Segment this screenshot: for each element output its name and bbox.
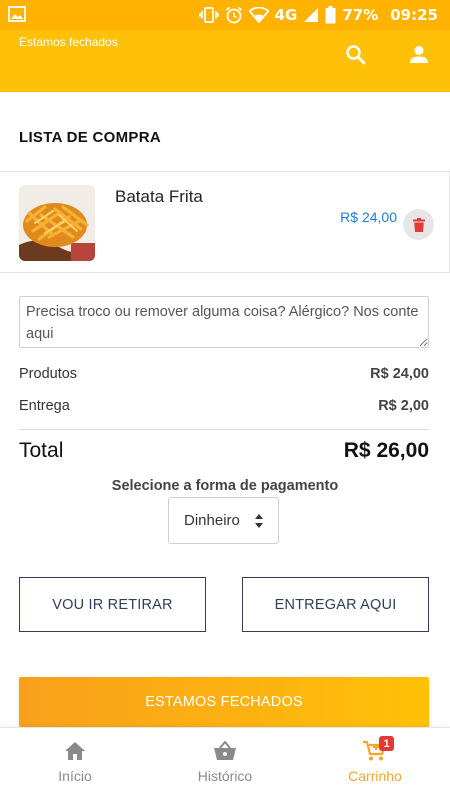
- alarm-icon: [225, 6, 242, 24]
- delivery-value: R$ 2,00: [378, 398, 429, 414]
- products-row: Produtos R$ 24,00: [19, 366, 429, 382]
- deliver-here-button[interactable]: ENTREGAR AQUI: [242, 577, 429, 632]
- battery-icon: [325, 6, 336, 24]
- item-name: Batata Frita: [115, 187, 203, 206]
- home-icon: [65, 742, 85, 760]
- app-header: Estamos fechados: [0, 30, 450, 92]
- fries-image: [19, 185, 95, 261]
- nav-label-cart: Carrinho: [348, 768, 402, 784]
- payment-selected-value: Dinheiro: [184, 512, 240, 529]
- network-type: 4G: [274, 6, 298, 24]
- nav-item-home[interactable]: Início: [0, 728, 150, 800]
- wifi-icon: [248, 7, 269, 23]
- bottom-navigation: Início Histórico 1 Carrinho: [0, 727, 450, 800]
- payment-title: Selecione a forma de pagamento: [111, 478, 339, 494]
- cart-title: LISTA DE COMPRA: [19, 129, 161, 146]
- account-button[interactable]: [406, 42, 432, 68]
- total-row: Total R$ 26,00: [19, 439, 429, 463]
- total-label: Total: [19, 439, 64, 462]
- nav-item-cart[interactable]: 1 Carrinho: [300, 728, 450, 800]
- nav-label-home: Início: [58, 768, 92, 784]
- trash-icon: [412, 217, 425, 232]
- delivery-label: Entrega: [19, 398, 70, 414]
- clock: 09:25: [390, 6, 438, 24]
- store-closed-button[interactable]: ESTAMOS FECHADOS: [19, 677, 429, 727]
- status-bar: 4G 77% 09:25: [0, 0, 450, 30]
- item-price: R$ 24,00: [340, 209, 397, 225]
- nav-label-history: Histórico: [197, 768, 253, 784]
- basket-icon: [214, 740, 236, 760]
- select-arrows-icon: [255, 514, 263, 528]
- battery-level: 77%: [342, 6, 379, 24]
- vibrate-icon: [198, 7, 219, 23]
- pickup-button[interactable]: VOU IR RETIRAR: [19, 577, 206, 632]
- account-icon: [410, 46, 428, 63]
- payment-method-select[interactable]: Dinheiro: [168, 497, 279, 544]
- divider: [19, 429, 429, 430]
- delivery-row: Entrega R$ 2,00: [19, 398, 429, 414]
- search-button[interactable]: [343, 42, 369, 68]
- delete-item-button[interactable]: [403, 209, 434, 240]
- total-value: R$ 26,00: [343, 439, 429, 462]
- products-label: Produtos: [19, 366, 78, 382]
- image-icon: [8, 6, 26, 22]
- store-status-text: Estamos fechados: [19, 35, 118, 49]
- search-icon: [346, 45, 366, 65]
- signal-icon: [304, 8, 319, 22]
- cart-item: Batata Frita R$ 24,00: [0, 171, 450, 273]
- nav-item-history[interactable]: Histórico: [150, 728, 300, 800]
- order-notes-field[interactable]: [19, 296, 429, 348]
- products-value: R$ 24,00: [370, 366, 429, 382]
- cart-count-badge: 1: [379, 736, 394, 751]
